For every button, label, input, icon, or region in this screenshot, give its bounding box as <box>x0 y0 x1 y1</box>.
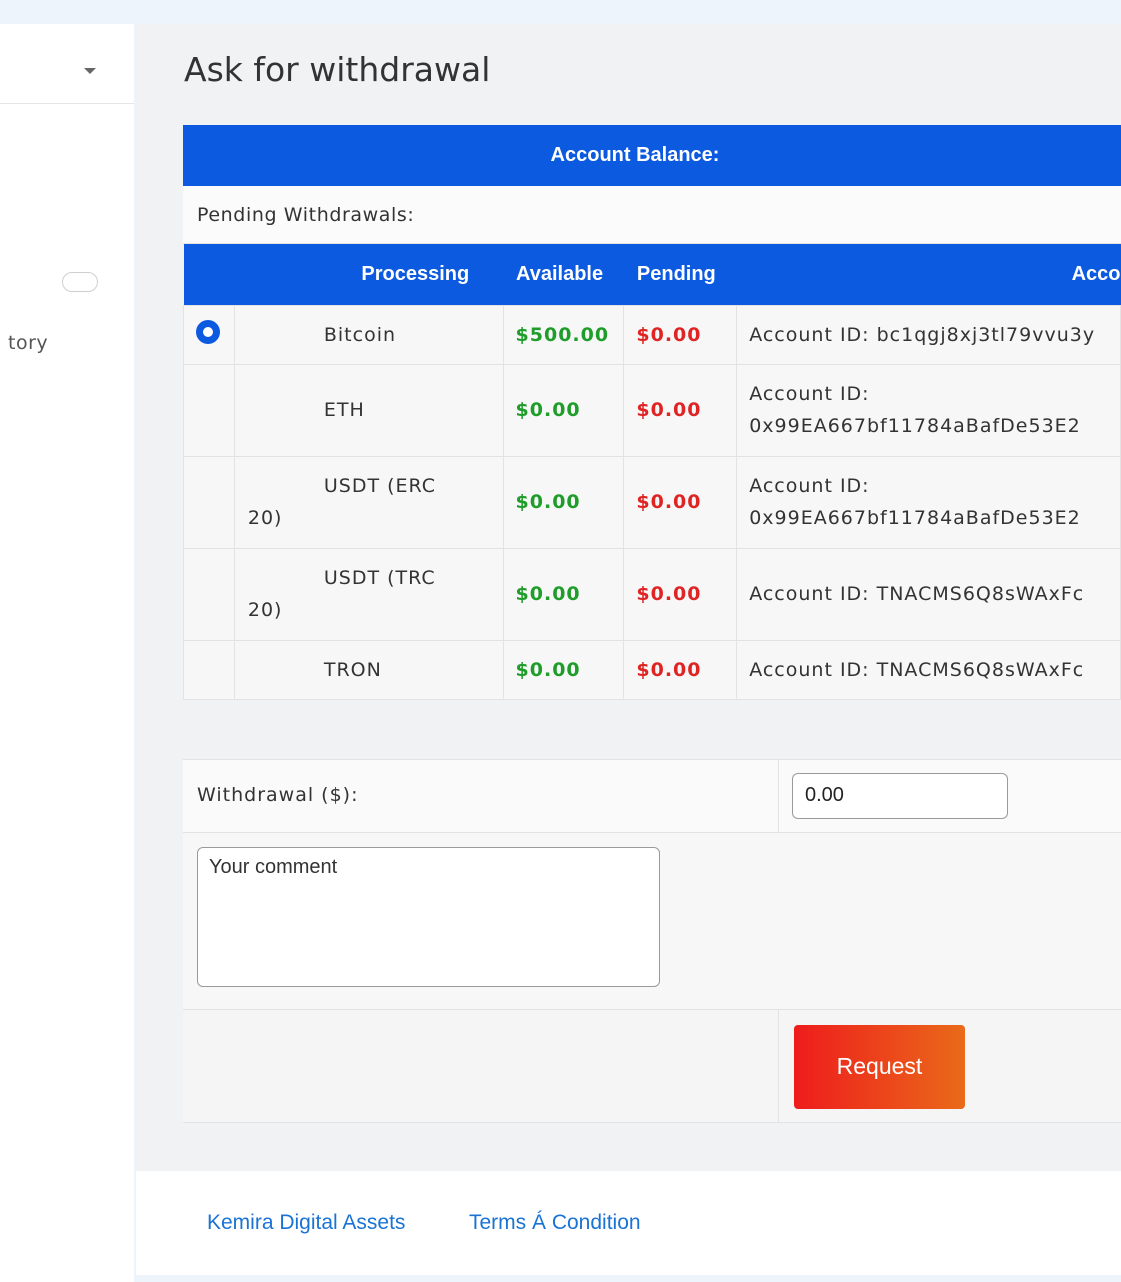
withdrawal-amount-row: Withdrawal ($): <box>183 759 1121 833</box>
withdrawal-label: Withdrawal ($): <box>197 783 359 806</box>
processing-name-text: Bitcoin <box>323 323 397 346</box>
comment-textarea[interactable] <box>197 846 660 987</box>
comment-row <box>183 832 1121 1010</box>
radio-column-header <box>184 244 235 305</box>
table-row[interactable]: Bitcoin $500.00 $0.00 Account ID: bc1qgj… <box>183 304 1121 365</box>
withdrawal-amount-input[interactable] <box>792 772 1008 819</box>
footer-link-company[interactable]: Kemira Digital Assets <box>207 1211 405 1235</box>
pending-header: Pending <box>636 262 716 285</box>
pending-amount: $0.00 <box>623 304 738 365</box>
account-id-label: Account ID: <box>749 475 870 497</box>
account-id: Account ID: bc1qgj8xj3tl79vvu3y <box>736 304 1121 365</box>
processing-table: Processing Available Pending Acco Bitcoi… <box>183 244 1121 700</box>
table-row[interactable]: ETH $0.00 $0.00 Account ID: 0x99EA667bf1… <box>183 363 1121 457</box>
account-header: Acco <box>1071 262 1121 285</box>
processing-name: USDT (TRC 20) <box>233 547 504 641</box>
radio-cell[interactable] <box>183 547 235 641</box>
processing-name-text: USDT (ERC <box>323 475 437 497</box>
spacer-row <box>183 700 1121 760</box>
pending-amount: $0.00 <box>623 639 738 700</box>
footer-link-terms[interactable]: Terms Á Condition <box>469 1211 641 1235</box>
processing-name: ETH <box>233 363 504 457</box>
divider <box>778 759 779 833</box>
pending-amount: $0.00 <box>623 363 738 457</box>
processing-name: USDT (ERC 20) <box>233 455 504 549</box>
processing-name-wrap: 20) <box>247 507 283 529</box>
table-header-row: Processing Available Pending Acco <box>183 244 1121 305</box>
divider <box>778 1009 779 1123</box>
processing-name-text: ETH <box>323 399 365 421</box>
main-content: Ask for withdrawal Account Balance: Pend… <box>136 24 1121 1171</box>
account-id-label: Account ID: <box>749 383 870 405</box>
available-amount: $0.00 <box>502 639 625 700</box>
account-balance-header: Account Balance: <box>183 125 1121 186</box>
available-amount: $0.00 <box>502 455 625 549</box>
available-amount: $0.00 <box>502 363 625 457</box>
withdrawal-panel: Account Balance: Pending Withdrawals: Pr… <box>183 125 1121 1123</box>
processing-name: TRON <box>233 639 504 700</box>
radio-cell[interactable] <box>183 455 235 549</box>
account-id: Account ID: 0x99EA667bf11784aBafDe53E2 <box>736 455 1121 549</box>
sidebar-item-history[interactable]: tory <box>8 332 48 354</box>
table-row[interactable]: USDT (TRC 20) $0.00 $0.00 Account ID: TN… <box>183 547 1121 641</box>
toggle-switch[interactable] <box>62 272 98 292</box>
table-row[interactable]: TRON $0.00 $0.00 Account ID: TNACMS6Q8sW… <box>183 639 1121 700</box>
radio-cell[interactable] <box>183 304 235 365</box>
pending-withdrawals-label: Pending Withdrawals: <box>183 186 1121 244</box>
processing-name-wrap: 20) <box>247 599 283 621</box>
available-header: Available <box>516 262 604 285</box>
radio-selected-icon[interactable] <box>196 320 220 344</box>
account-id: Account ID: TNACMS6Q8sWAxFc <box>736 639 1121 700</box>
processing-header: Processing <box>361 262 470 285</box>
available-amount: $500.00 <box>502 304 625 365</box>
pending-amount: $0.00 <box>623 547 738 641</box>
sidebar-header[interactable] <box>0 24 134 104</box>
radio-cell[interactable] <box>183 639 235 700</box>
footer: Kemira Digital Assets Terms Á Condition <box>136 1171 1121 1275</box>
request-button[interactable]: Request <box>794 1024 965 1109</box>
request-row: Request <box>183 1009 1121 1123</box>
account-id-value: 0x99EA667bf11784aBafDe53E2 <box>749 507 1081 529</box>
available-amount: $0.00 <box>502 547 625 641</box>
processing-name-text: USDT (TRC <box>323 567 436 589</box>
account-id: Account ID: TNACMS6Q8sWAxFc <box>736 547 1121 641</box>
account-id-value: 0x99EA667bf11784aBafDe53E2 <box>749 415 1081 437</box>
page-title: Ask for withdrawal <box>184 50 491 89</box>
pending-amount: $0.00 <box>623 455 738 549</box>
radio-cell[interactable] <box>183 363 235 457</box>
sidebar: tory <box>0 24 134 1282</box>
processing-name: Bitcoin <box>233 304 504 365</box>
account-id: Account ID: 0x99EA667bf11784aBafDe53E2 <box>736 363 1121 457</box>
processing-name-text: TRON <box>323 658 382 681</box>
caret-down-icon[interactable] <box>84 68 96 74</box>
table-row[interactable]: USDT (ERC 20) $0.00 $0.00 Account ID: 0x… <box>183 455 1121 549</box>
